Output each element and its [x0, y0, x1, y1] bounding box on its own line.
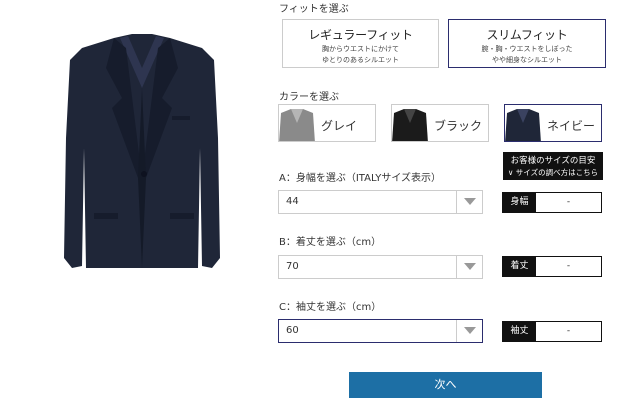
field-b-select[interactable]: 70	[278, 255, 483, 279]
black-jacket-swatch	[392, 109, 428, 141]
measure-value: -	[566, 326, 571, 336]
field-a-label: A：身幅を選ぶ（ITALYサイズ表示）	[279, 173, 442, 184]
size-guide-title: お客様のサイズの目安	[510, 156, 596, 166]
measure-value: -	[566, 197, 571, 207]
field-b-value: 70	[286, 261, 299, 272]
size-guide-button[interactable]: お客様のサイズの目安 ∨ サイズの調べ方はこちら	[503, 152, 603, 180]
field-a-value: 44	[286, 196, 299, 207]
measure-value: -	[566, 261, 571, 271]
chevron-down-icon	[456, 320, 482, 342]
color-option-label: グレイ	[321, 119, 358, 133]
field-c-label: C：袖丈を選ぶ（cm）	[279, 302, 382, 313]
color-option-label: ネイビー	[547, 119, 596, 133]
field-c-measurement: 袖丈 -	[502, 321, 602, 342]
size-guide-link: ∨ サイズの調べ方はこちら	[507, 168, 599, 177]
measure-label: 身幅	[503, 193, 536, 212]
fit-option-slim[interactable]: スリムフィット 腕・胸・ウエストをしぼった やや細身なシルエット	[448, 19, 606, 68]
next-button[interactable]: 次へ	[349, 372, 542, 398]
field-a-select[interactable]: 44	[278, 190, 483, 214]
fit-option-title: スリムフィット	[486, 28, 568, 42]
color-option-gray[interactable]: グレイ	[278, 104, 376, 142]
jacket-product-image	[64, 34, 220, 268]
gray-jacket-swatch	[279, 109, 315, 141]
fit-option-title: レギュラーフィット	[308, 28, 413, 42]
measure-label: 着丈	[503, 257, 536, 276]
field-c-select[interactable]: 60	[278, 319, 483, 343]
field-b-measurement: 着丈 -	[502, 256, 602, 277]
fit-option-regular[interactable]: レギュラーフィット 胸からウエストにかけて ゆとりのあるシルエット	[282, 19, 439, 68]
field-c-value: 60	[286, 325, 299, 336]
navy-jacket-swatch	[505, 109, 541, 141]
fit-option-desc: 腕・胸・ウエストをしぼった	[481, 45, 573, 53]
field-b-label: B：着丈を選ぶ（cm）	[279, 237, 382, 248]
color-option-label: ブラック	[434, 119, 483, 133]
color-option-black[interactable]: ブラック	[391, 104, 489, 142]
fit-option-desc: やや細身なシルエット	[492, 56, 562, 64]
measure-label: 袖丈	[503, 322, 536, 341]
color-option-navy[interactable]: ネイビー	[504, 104, 602, 142]
fit-heading: フィットを選ぶ	[279, 4, 349, 15]
fit-option-desc: ゆとりのあるシルエット	[322, 56, 399, 64]
chevron-down-icon	[456, 256, 482, 278]
chevron-down-icon	[456, 191, 482, 213]
color-heading: カラーを選ぶ	[279, 92, 339, 103]
fit-option-desc: 胸からウエストにかけて	[322, 45, 399, 53]
field-a-measurement: 身幅 -	[502, 192, 602, 213]
